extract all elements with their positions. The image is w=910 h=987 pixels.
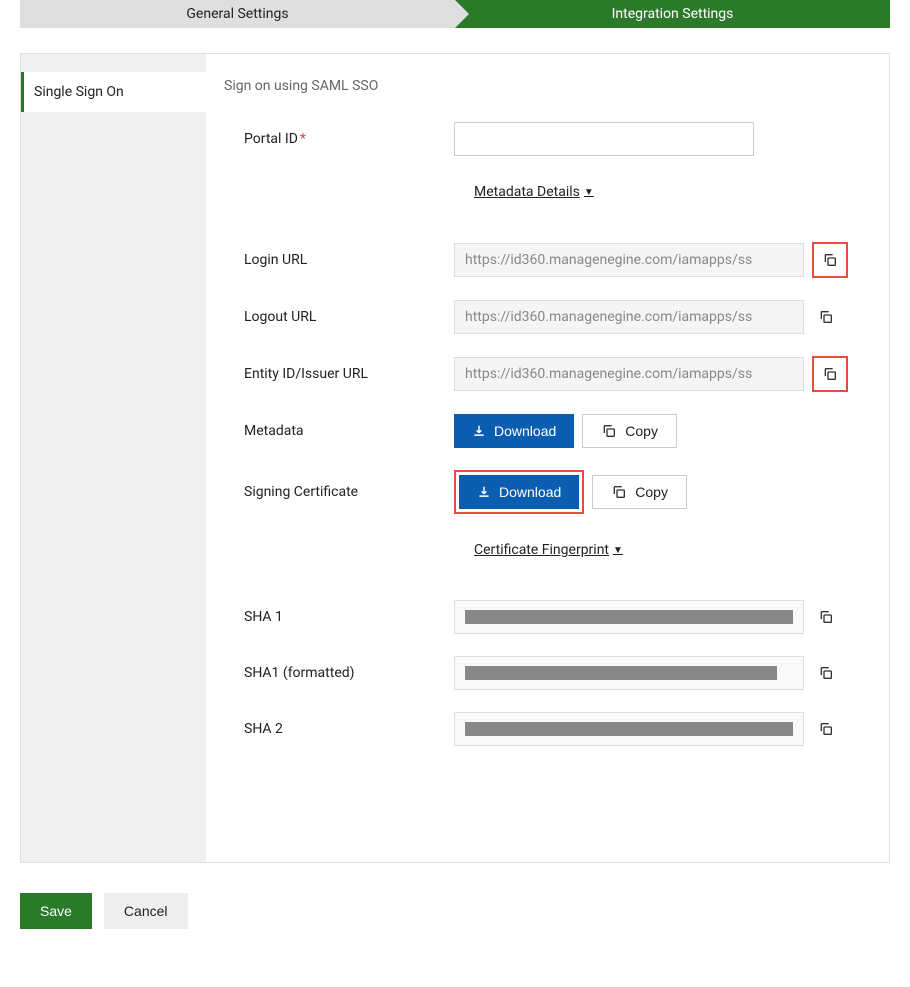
label-signing-cert: Signing Certificate [224, 484, 454, 500]
tab-general-settings[interactable]: General Settings [20, 0, 455, 28]
label-login-url: Login URL [224, 252, 454, 268]
label-portal-id: Portal ID* [224, 131, 454, 147]
label-sha1-formatted: SHA1 (formatted) [224, 665, 454, 681]
sha1-field [454, 600, 804, 634]
section-title: Sign on using SAML SSO [224, 78, 861, 94]
label-logout-url: Logout URL [224, 309, 454, 325]
tab-label: General Settings [186, 6, 288, 22]
copy-entity-id-button[interactable] [816, 360, 844, 388]
sidebar-item-sso[interactable]: Single Sign On [21, 72, 206, 112]
copy-icon [818, 609, 834, 625]
entity-id-field: https://id360.managenegine.com/iamapps/s… [454, 357, 804, 391]
sha2-field [454, 712, 804, 746]
label-sha1: SHA 1 [224, 609, 454, 625]
caret-down-icon: ▼ [613, 545, 623, 556]
portal-id-input[interactable] [454, 122, 754, 156]
copy-sha1-button[interactable] [812, 603, 840, 631]
copy-icon [822, 366, 838, 382]
label-sha2: SHA 2 [224, 721, 454, 737]
caret-down-icon: ▼ [584, 187, 594, 198]
login-url-field: https://id360.managenegine.com/iamapps/s… [454, 243, 804, 277]
copy-signing-cert-button[interactable]: Copy [592, 475, 687, 509]
copy-logout-url-button[interactable] [812, 303, 840, 331]
download-icon [472, 424, 486, 438]
copy-login-url-button[interactable] [816, 246, 844, 274]
label-metadata: Metadata [224, 423, 454, 439]
download-icon [477, 485, 491, 499]
logout-url-field: https://id360.managenegine.com/iamapps/s… [454, 300, 804, 334]
copy-icon [818, 309, 834, 325]
save-button[interactable]: Save [20, 893, 92, 929]
certificate-fingerprint-toggle[interactable]: Certificate Fingerprint ▼ [474, 542, 623, 558]
sha1-formatted-field [454, 656, 804, 690]
copy-icon [818, 721, 834, 737]
copy-icon [822, 252, 838, 268]
copy-sha1-formatted-button[interactable] [812, 659, 840, 687]
copy-icon [611, 484, 627, 500]
download-signing-cert-button[interactable]: Download [459, 475, 579, 509]
tab-integration-settings[interactable]: Integration Settings [455, 0, 890, 28]
copy-icon [601, 423, 617, 439]
sidebar-item-label: Single Sign On [34, 84, 124, 100]
metadata-details-toggle[interactable]: Metadata Details ▼ [474, 184, 594, 200]
tab-label: Integration Settings [612, 6, 734, 22]
cancel-button[interactable]: Cancel [104, 893, 188, 929]
copy-icon [818, 665, 834, 681]
label-entity-id: Entity ID/Issuer URL [224, 366, 454, 382]
copy-metadata-button[interactable]: Copy [582, 414, 677, 448]
sidebar: Single Sign On [21, 54, 206, 862]
download-metadata-button[interactable]: Download [454, 414, 574, 448]
copy-sha2-button[interactable] [812, 715, 840, 743]
